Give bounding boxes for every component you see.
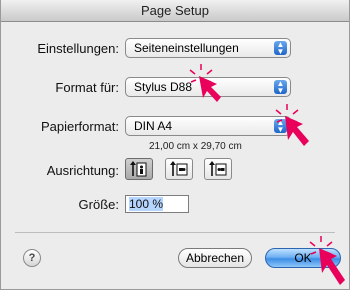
cancel-button[interactable]: Abbrechen bbox=[178, 248, 252, 268]
scale-label: Größe: bbox=[78, 197, 119, 212]
separator bbox=[15, 232, 335, 233]
click-pointer-icon bbox=[309, 236, 345, 285]
landscape-left-icon bbox=[170, 161, 188, 176]
settings-value: Seiteneinstellungen bbox=[134, 41, 239, 55]
paper-format-popup[interactable]: DIN A4 ▲ ▼ bbox=[125, 116, 291, 136]
click-pointer-icon bbox=[189, 64, 221, 102]
format-for-value: Stylus D88 bbox=[134, 80, 193, 94]
landscape-right-icon bbox=[209, 161, 227, 176]
orientation-landscape-left-button[interactable] bbox=[165, 158, 193, 180]
format-for-label: Format für: bbox=[55, 80, 119, 95]
paper-size-text: 21,00 cm x 29,70 cm bbox=[149, 141, 242, 152]
question-mark-icon: ? bbox=[28, 252, 36, 264]
settings-label: Einstellungen: bbox=[37, 41, 119, 56]
orientation-landscape-right-button[interactable] bbox=[204, 158, 232, 180]
orientation-label: Ausrichtung: bbox=[46, 163, 119, 178]
portrait-icon bbox=[130, 161, 147, 177]
popup-arrows-icon: ▲ ▼ bbox=[274, 80, 287, 95]
orientation-portrait-button[interactable] bbox=[125, 158, 153, 180]
scale-value: 100 % bbox=[129, 197, 164, 211]
paper-format-value: DIN A4 bbox=[134, 119, 173, 133]
scale-input[interactable]: 100 % bbox=[125, 195, 189, 213]
page-setup-dialog: Page Setup Einstellungen: Seiteneinstell… bbox=[0, 0, 350, 290]
help-button[interactable]: ? bbox=[23, 249, 41, 267]
paper-format-label: Papierformat: bbox=[40, 119, 119, 134]
popup-arrows-icon: ▲ ▼ bbox=[274, 41, 287, 56]
settings-popup[interactable]: Seiteneinstellungen ▲ ▼ bbox=[125, 38, 291, 58]
click-pointer-icon bbox=[275, 104, 309, 146]
window-title: Page Setup bbox=[1, 0, 349, 22]
